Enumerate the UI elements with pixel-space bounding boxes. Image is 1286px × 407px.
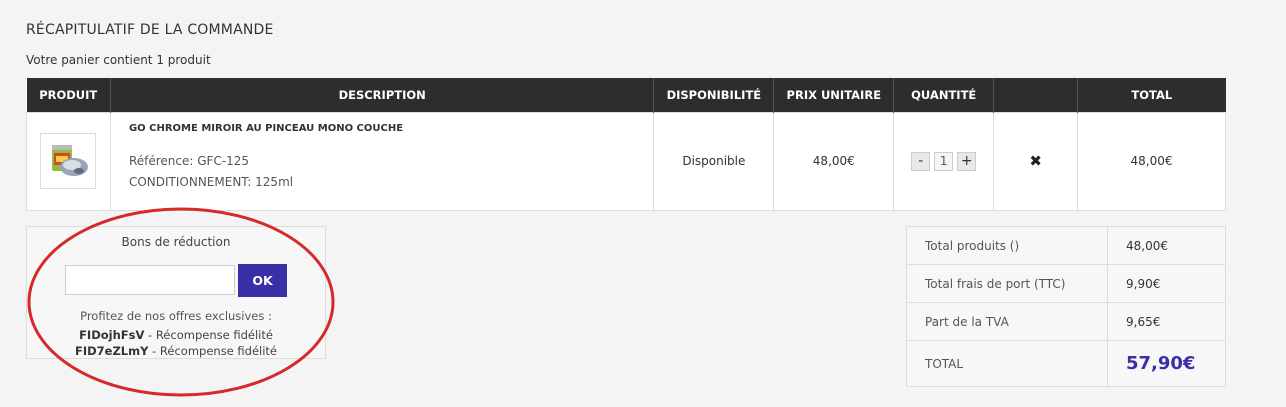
order-totals-table: Total produits () 48,00€ Total frais de … [906, 226, 1226, 387]
header-disponibilite: DISPONIBILITÉ [653, 78, 775, 112]
product-reference: Référence: GFC-125 [128, 153, 250, 168]
quantity-stepper: - 1 + [911, 151, 977, 171]
header-prix-unitaire: PRIX UNITAIRE [773, 78, 895, 112]
totals-label: Total frais de port (TTC) [906, 264, 1108, 303]
totals-label: Part de la TVA [906, 302, 1108, 341]
totals-row: Total produits () 48,00€ [906, 226, 1226, 265]
grand-total-row: TOTAL 57,90€ [906, 340, 1226, 387]
table-row: GO CHROME MIROIR AU PINCEAU MONO COUCHE … [26, 111, 1226, 211]
header-description: DESCRIPTION [110, 78, 655, 112]
totals-value: 9,65€ [1107, 302, 1226, 341]
header-total: TOTAL [1077, 78, 1226, 112]
quantity-input[interactable]: 1 [934, 151, 954, 171]
voucher-title: Bons de réduction [121, 235, 231, 249]
product-conditionnement: CONDITIONNEMENT: 125ml [128, 174, 294, 189]
offer-code[interactable]: FID7eZLmY [75, 344, 148, 358]
total-cell: 48,00€ [1077, 111, 1226, 211]
offer-description: - Récompense fidélité [148, 344, 278, 358]
cart-count-text: Votre panier contient 1 produit [26, 53, 211, 67]
product-cell [26, 111, 111, 211]
totals-row: Part de la TVA 9,65€ [906, 302, 1226, 341]
header-actions [993, 78, 1079, 112]
header-produit: PRODUIT [26, 78, 111, 112]
offer-code[interactable]: FIDojhFsV [79, 328, 144, 342]
header-quantite: QUANTITÉ [893, 78, 995, 112]
offer-description: - Récompense fidélité [144, 328, 273, 342]
cart-table: PRODUIT DESCRIPTION DISPONIBILITÉ PRIX U… [26, 78, 1226, 211]
voucher-code-input[interactable] [65, 265, 235, 295]
totals-value: 48,00€ [1107, 226, 1226, 265]
totals-row: Total frais de port (TTC) 9,90€ [906, 264, 1226, 303]
totals-label: Total produits () [906, 226, 1108, 265]
offer-item[interactable]: FID7eZLmY - Récompense fidélité [27, 344, 325, 358]
product-name[interactable]: GO CHROME MIROIR AU PINCEAU MONO COUCHE [129, 123, 653, 134]
remove-item-icon[interactable]: ✖ [1029, 152, 1042, 170]
quantity-plus-button[interactable]: + [957, 151, 977, 171]
description-cell: GO CHROME MIROIR AU PINCEAU MONO COUCHE … [109, 111, 655, 211]
availability-cell: Disponible [653, 111, 775, 211]
paint-can-image [52, 145, 89, 176]
totals-value: 9,90€ [1107, 264, 1226, 303]
grand-total-value: 57,90€ [1107, 340, 1226, 387]
voucher-box: Bons de réduction OK Profitez de nos off… [26, 226, 326, 359]
grand-total-label: TOTAL [906, 340, 1108, 387]
voucher-ok-button[interactable]: OK [238, 264, 287, 297]
product-thumbnail[interactable] [40, 133, 97, 189]
offers-title: Profitez de nos offres exclusives : [80, 309, 272, 323]
unit-price-cell: 48,00€ [773, 111, 895, 211]
page-title: RÉCAPITULATIF DE LA COMMANDE [26, 22, 274, 38]
quantity-minus-button[interactable]: - [911, 151, 931, 171]
remove-cell: ✖ [993, 111, 1079, 211]
cart-table-header: PRODUIT DESCRIPTION DISPONIBILITÉ PRIX U… [26, 78, 1226, 112]
quantity-cell: - 1 + [893, 111, 995, 211]
offer-item[interactable]: FIDojhFsV - Récompense fidélité [27, 328, 325, 342]
